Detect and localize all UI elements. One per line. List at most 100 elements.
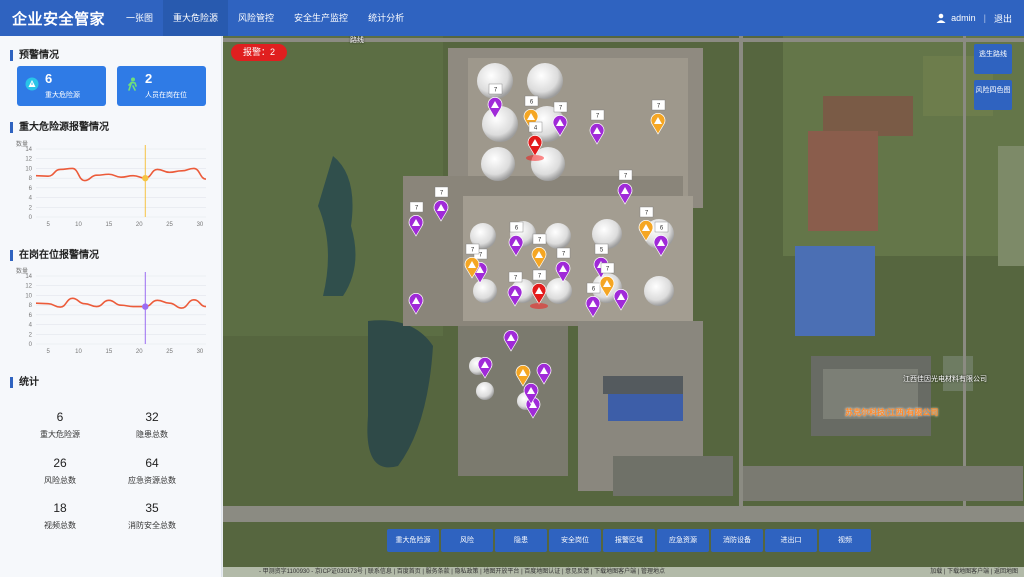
lightning-marker-icon[interactable]: 7: [638, 206, 654, 242]
onduty-chart-title: 在岗在位报警情况: [10, 250, 99, 261]
hazard-warning-card[interactable]: 6 重大危险源: [17, 66, 106, 106]
hazard-marker-icon[interactable]: 7: [487, 83, 503, 119]
lightning-marker-icon[interactable]: 7: [531, 233, 547, 269]
y-tick-label: 8: [29, 176, 33, 182]
hazard-marker-icon[interactable]: 7: [433, 186, 449, 222]
alarm-marker-icon[interactable]: 4: [526, 121, 544, 161]
onduty-alarm-chart-svg: 数量024681012145 10 15 20 25 30: [16, 267, 207, 355]
user-area: admin | 退出: [936, 0, 1012, 36]
hazard-marker-icon[interactable]: [503, 330, 519, 352]
series-line: [35, 167, 207, 182]
layer-button-fire-equipment[interactable]: 消防设备: [711, 529, 763, 552]
nav-item-statistics[interactable]: 统计分析: [358, 0, 414, 36]
stat-value: 32: [145, 410, 159, 424]
warning-section-title: 预警情况: [10, 50, 59, 61]
hover-point: [142, 174, 149, 182]
y-tick-label: 10: [25, 293, 32, 299]
stat-label: 应急资源总数: [128, 476, 176, 485]
nav-item-safety-monitoring[interactable]: 安全生产监控: [284, 0, 358, 36]
stat-label: 消防安全总数: [128, 521, 176, 530]
y-tick-label: 8: [29, 303, 33, 309]
hazard-marker-icon[interactable]: 7: [589, 109, 605, 145]
hazard-marker-icon[interactable]: 6: [653, 221, 669, 257]
alarm-marker-icon[interactable]: 7: [530, 269, 548, 309]
x-tick-label: 20: [136, 222, 143, 228]
layer-button-safety-post[interactable]: 安全岗位: [549, 529, 601, 552]
y-tick-label: 4: [29, 323, 33, 329]
layer-button-risk[interactable]: 风险: [441, 529, 493, 552]
onduty-alarm-chart: 数量 0 2 4 6 8 10 12 14 5 10 15 20 25 30: [12, 264, 212, 360]
alarm-glow: [526, 155, 544, 161]
road-label: 路线: [350, 37, 364, 44]
layer-button-emergency-resources[interactable]: 应急资源: [657, 529, 709, 552]
map-attribution-text: - 甲测资字1100930 - 京ICP证030173号 | 联系信息 | 百度…: [259, 569, 665, 575]
stat-value: 18: [53, 501, 67, 515]
hazard-marker-icon[interactable]: 7: [617, 169, 633, 205]
map-attribution: - 甲测资字1100930 - 京ICP证030173号 | 联系信息 | 百度…: [223, 567, 1024, 577]
nav-item-risk-control[interactable]: 风险管控: [228, 0, 284, 36]
onduty-warning-card[interactable]: 2 人员在岗在位: [117, 66, 206, 106]
stat-fire-safety: 35 消防安全总数: [112, 501, 192, 531]
y-tick-label: 12: [25, 157, 32, 163]
hazard-marker-icon[interactable]: [408, 293, 424, 315]
x-tick-label: 10: [75, 349, 82, 355]
satellite-map[interactable]: 767774777677576777767 报警：2 路线 江西佳因光电材料有限…: [223, 36, 1024, 577]
hover-point: [142, 303, 149, 310]
stats-section-title: 统计: [10, 377, 39, 388]
hazard-warning-label: 重大危险源: [45, 92, 80, 99]
nav-item-overview[interactable]: 一张图: [116, 0, 163, 36]
y-tick-label: 12: [25, 284, 32, 290]
layer-button-major-hazard[interactable]: 重大危险源: [387, 529, 439, 552]
alarm-count-badge[interactable]: 报警：2: [231, 44, 287, 61]
hazard-marker-icon[interactable]: 7: [552, 101, 568, 137]
alarm-glow: [530, 303, 548, 309]
y-tick-label: 6: [29, 186, 33, 192]
layer-button-entrance-exit[interactable]: 进出口: [765, 529, 817, 552]
x-tick-label: 5: [46, 222, 50, 228]
onduty-warning-count: 2: [145, 71, 153, 86]
layer-button-video[interactable]: 视频: [819, 529, 871, 552]
username[interactable]: admin: [951, 13, 976, 23]
hazard-marker-icon[interactable]: 7: [408, 201, 424, 237]
y-tick-label: 0: [29, 342, 33, 348]
escape-route-button[interactable]: 逃生路线: [974, 44, 1012, 74]
x-tick-label: 25: [166, 349, 173, 355]
map-attribution-links[interactable]: 加载 | 下载地图客户端 | 返回地图: [930, 567, 1018, 577]
hazard-marker-icon[interactable]: 7: [507, 271, 523, 307]
stat-value: 26: [53, 456, 67, 470]
person-icon: [128, 77, 137, 91]
series-line: [35, 297, 207, 309]
x-tick-label: 20: [136, 349, 143, 355]
nav-item-major-hazard[interactable]: 重大危险源: [163, 0, 229, 36]
hazard-marker-icon[interactable]: [477, 357, 493, 379]
stat-emergency-resources: 64 应急资源总数: [112, 456, 192, 486]
logout-link[interactable]: 退出: [994, 12, 1012, 25]
layer-button-hidden-danger[interactable]: 隐患: [495, 529, 547, 552]
y-tick-label: 4: [29, 196, 33, 202]
hazard-marker-icon[interactable]: 6: [585, 282, 601, 318]
hazard-marker-icon[interactable]: 7: [555, 247, 571, 283]
company-label-jiayin: 江西佳因光电材料有限公司: [903, 376, 987, 383]
layer-button-alarm-area[interactable]: 报警区域: [603, 529, 655, 552]
stat-videos: 18 视频总数: [20, 501, 100, 531]
lightning-marker-icon[interactable]: 7: [599, 262, 615, 298]
stat-value: 35: [145, 501, 159, 515]
hazard-marker-icon[interactable]: 6: [508, 221, 524, 257]
x-tick-label: 30: [197, 222, 204, 228]
risk-four-color-map-button[interactable]: 风险四色图: [974, 80, 1012, 110]
y-tick-label: 2: [29, 205, 33, 211]
map-marker-layer: 767774777677576777 767: [408, 83, 669, 419]
stat-risks: 26 风险总数: [20, 456, 100, 486]
top-navigation-bar: 企业安全管家 一张图 重大危险源 风险管控 安全生产监控 统计分析 admin …: [0, 0, 1024, 36]
lightning-marker-icon[interactable]: [515, 365, 531, 387]
hazard-alarm-chart: 数量 0 2 4 6 8 10 12 14 5 10 15 20 25 30: [12, 137, 212, 233]
hazard-marker-icon[interactable]: [536, 363, 552, 385]
stat-label: 隐患总数: [136, 430, 168, 439]
stat-label: 风险总数: [44, 476, 76, 485]
y-tick-label: 10: [25, 166, 32, 172]
lightning-marker-icon[interactable]: 7: [650, 99, 666, 135]
stat-label: 重大危险源: [40, 430, 80, 439]
hazard-alarm-chart-svg: 数量024681012145 10 15 20 25 30: [16, 140, 207, 228]
y-tick-label: 14: [25, 274, 32, 280]
hazard-marker-icon[interactable]: [613, 289, 629, 311]
